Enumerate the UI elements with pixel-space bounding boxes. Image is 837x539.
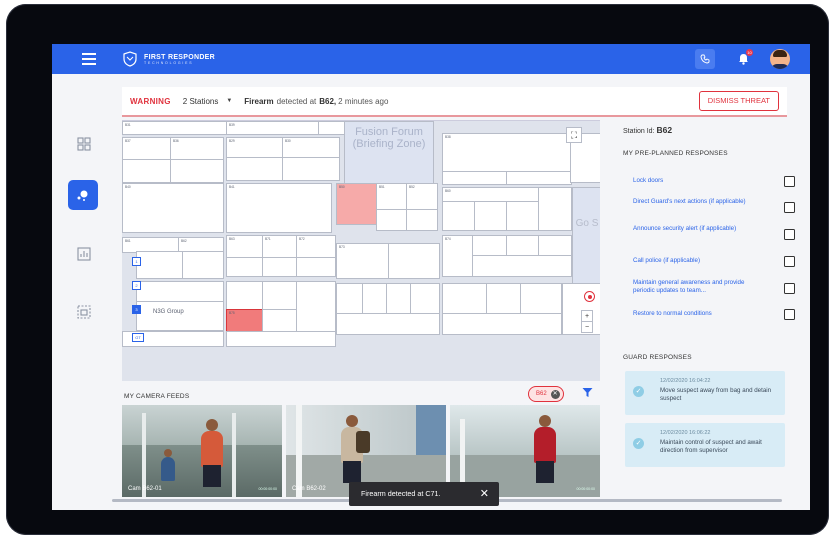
map-room-label: B29 (229, 139, 235, 143)
incident-map-icon[interactable] (68, 180, 98, 210)
brand: FIRST RESPONDER TECHNOLOGIES (122, 50, 215, 68)
response-checkbox[interactable] (784, 202, 795, 213)
guard-responses-heading: GUARD RESPONSES (623, 354, 692, 361)
station-filter-chip[interactable]: B62 ✕ (528, 386, 564, 402)
camera-view-icon[interactable] (72, 300, 96, 324)
fullscreen-icon[interactable]: ⛶ (566, 127, 582, 143)
response-direct-guards[interactable]: Direct Guard's next actions (if applicab… (633, 198, 763, 206)
response-checkbox[interactable] (784, 283, 795, 294)
camera-feed-duration: 00:00:00:00 (258, 487, 278, 491)
threat-warning-bar: WARNING 2 Stations ▼ Firearm detected at… (122, 87, 787, 117)
detected-station: B62, (319, 96, 337, 106)
brand-subtitle: TECHNOLOGIES (144, 60, 194, 65)
map-room-label: B73 (339, 245, 345, 249)
map-room-label: B40 (125, 185, 131, 189)
filter-icon[interactable] (582, 387, 593, 398)
camera-feed-label: Cam B62-02 (292, 486, 326, 492)
map-room-label: B41 (229, 185, 235, 189)
dashboard-grid-icon[interactable] (72, 132, 96, 156)
guard-response-time: 12/02/2020 16:06:22 (660, 430, 711, 436)
guard-response-text: Move suspect away from bag and detain su… (660, 387, 772, 402)
avatar[interactable] (770, 49, 790, 69)
phone-icon (700, 54, 710, 64)
response-announce-alert[interactable]: Announce security alert (if applicable) (633, 225, 763, 233)
station-id-label: Station Id: (623, 128, 655, 135)
brand-name: FIRST RESPONDER (144, 53, 216, 61)
map-room-label: B62 (181, 239, 187, 243)
map-room-label: B30 (285, 139, 291, 143)
zoom-out-button[interactable]: − (581, 321, 593, 333)
station-id: B62 (656, 125, 673, 135)
response-maintain-awareness[interactable]: Maintain general awareness and provide p… (633, 279, 763, 295)
map-marker[interactable]: 2 (132, 281, 141, 290)
notification-badge: 10 (746, 49, 753, 56)
alert-room-b62[interactable]: B75 (226, 309, 264, 333)
stations-selector[interactable]: 2 Stations (183, 97, 219, 106)
floor-map[interactable]: B31 B39 Fusion Forum (Briefing Zone) B38… (122, 120, 600, 381)
caret-down-icon[interactable]: ▼ (226, 98, 232, 104)
map-room-label: B39 (229, 123, 235, 127)
guard-response-card: ✓ 12/02/2020 16:04:22 Move suspect away … (625, 371, 785, 415)
detected-text: detected at (276, 96, 317, 106)
map-room-label: B31 (125, 123, 131, 127)
notifications-button[interactable]: 10 (733, 49, 753, 69)
menu-icon[interactable] (82, 53, 96, 65)
response-restore[interactable]: Restore to normal conditions (633, 310, 763, 318)
preplanned-heading: MY PRE-PLANNED RESPONSES (623, 150, 728, 157)
check-circle-icon: ✓ (633, 386, 644, 397)
response-checkbox[interactable] (784, 309, 795, 320)
map-marker[interactable]: 3 (132, 305, 141, 314)
warning-label: WARNING (130, 96, 171, 106)
detected-time: 2 minutes ago (338, 96, 389, 106)
map-marker[interactable]: 1 (132, 257, 141, 266)
map-room-label: B63 (229, 237, 235, 241)
top-bar: FIRST RESPONDER TECHNOLOGIES 10 (52, 44, 810, 74)
group-label: N3G Group (153, 309, 184, 315)
camera-feed[interactable]: Cam B62-01 00:00:00:00 (122, 405, 282, 497)
map-room-label: B36 (173, 139, 179, 143)
guard-response-time: 12/02/2020 16:04:22 (660, 378, 711, 384)
camera-feeds-heading: MY CAMERA FEEDS (124, 393, 190, 400)
map-marker[interactable]: GT (132, 333, 144, 342)
map-room-label: B52 (409, 185, 415, 189)
response-checkbox[interactable] (784, 176, 795, 187)
toast-text: Firearm detected at C71. (361, 489, 441, 498)
check-circle-icon: ✓ (633, 438, 644, 449)
response-call-police[interactable]: Call police (if applicable) (633, 257, 763, 265)
shield-logo-icon (123, 51, 137, 67)
weapon-type: Firearm (244, 96, 274, 106)
map-room-label: B61 (125, 239, 131, 243)
close-icon[interactable]: ✕ (480, 482, 489, 506)
map-room-label: B51 (379, 185, 385, 189)
station-detail-panel: Station Id: B62 MY PRE-PLANNED RESPONSES… (618, 120, 798, 510)
map-room-label: B60 (445, 189, 451, 193)
alert-room[interactable]: B50 (336, 183, 378, 225)
phone-button[interactable] (695, 49, 715, 69)
camera-feed-duration: 00:00:00:00 (576, 487, 596, 491)
guard-response-text: Maintain control of suspect and await di… (660, 439, 762, 454)
chip-remove-icon[interactable]: ✕ (550, 389, 560, 399)
response-lock-doors[interactable]: Lock doors (633, 177, 763, 185)
response-checkbox[interactable] (784, 256, 795, 267)
map-room-label: B72 (299, 237, 305, 241)
toast-notification: Firearm detected at C71. ✕ (349, 482, 499, 506)
station-id-line: Station Id: B62 (623, 125, 672, 135)
camera-feed-label: Cam B62-01 (128, 486, 162, 492)
briefing-zone[interactable]: Fusion Forum (Briefing Zone) (344, 121, 434, 189)
map-room-label: B37 (125, 139, 131, 143)
response-checkbox[interactable] (784, 229, 795, 240)
app-screen: FIRST RESPONDER TECHNOLOGIES 10 WARNING … (52, 44, 810, 510)
dismiss-threat-button[interactable]: DISMISS THREAT (698, 91, 779, 111)
map-room-label: B71 (265, 237, 271, 241)
location-marker-icon[interactable] (584, 291, 595, 302)
map-room-label: B38 (445, 135, 451, 139)
map-room-label: B74 (445, 237, 451, 241)
chip-label: B62 (536, 391, 547, 397)
reports-chart-icon[interactable] (72, 242, 96, 266)
guard-response-card: ✓ 12/02/2020 16:06:22 Maintain control o… (625, 423, 785, 467)
